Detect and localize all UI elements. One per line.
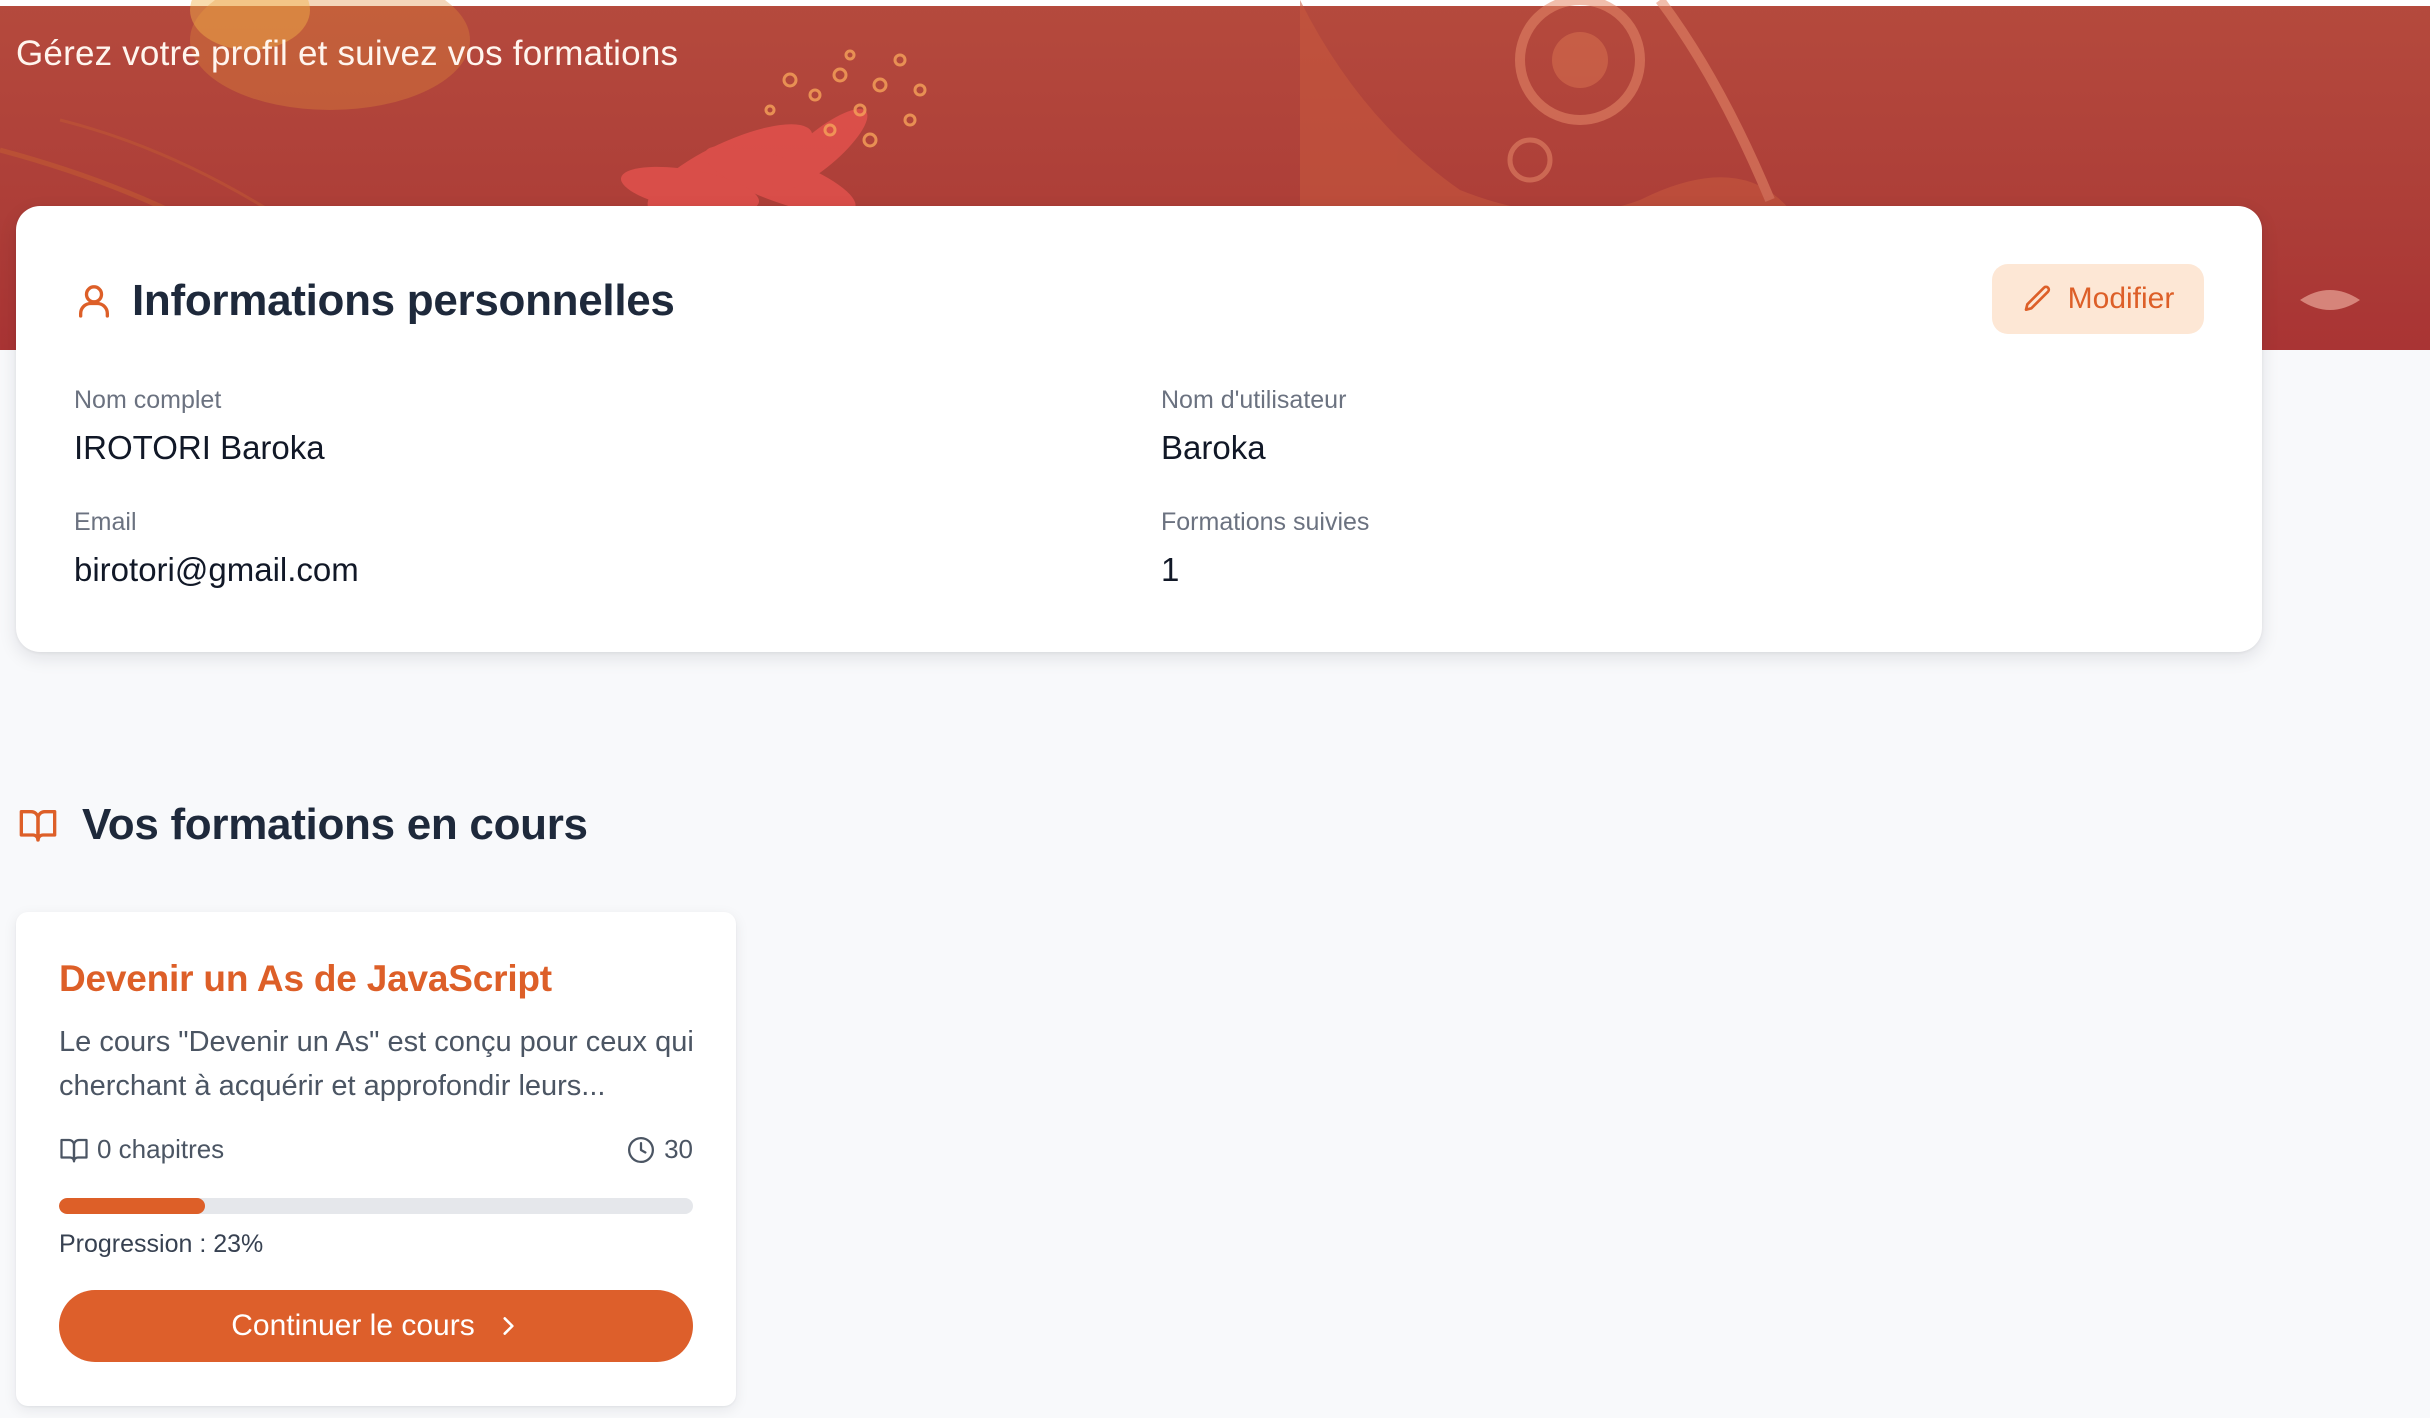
edit-profile-label: Modifier [2067,282,2175,315]
profile-subtitle: Gérez votre profil et suivez vos formati… [16,34,679,73]
personal-info-card: Informations personnelles Modifier Nom c… [16,206,2262,652]
username-label: Nom d'utilisateur [1161,386,1347,414]
username-value: Baroka [1161,429,1266,466]
username-field: Nom d'utilisateur Baroka [1161,386,1346,467]
user-icon [74,279,114,323]
chevron-right-icon [495,1313,521,1339]
continue-course-label: Continuer le cours [231,1309,475,1342]
email-label: Email [74,508,137,536]
course-chapters-text: 0 chapitres [97,1134,225,1164]
course-duration: 30 [626,1134,693,1165]
personal-info-header: Informations personnelles [74,276,675,326]
pencil-icon [2022,283,2054,315]
courses-followed-value: 1 [1161,551,1180,588]
book-open-icon [59,1135,89,1165]
full-name-field: Nom complet IROTORI Baroka [74,386,325,467]
courses-section-title: Vos formations en cours [82,800,588,849]
email-field: Email birotori@gmail.com [74,508,359,589]
course-progress-bar [59,1198,693,1214]
course-progress-fill [59,1198,205,1214]
courses-followed-label: Formations suivies [1161,508,1370,536]
course-chapters: 0 chapitres [59,1134,224,1165]
course-duration-text: 30 [664,1134,693,1164]
edit-profile-button[interactable]: Modifier [1992,264,2204,334]
email-value: birotori@gmail.com [74,551,359,588]
course-card: Devenir un As de JavaScript Le cours "De… [16,912,736,1406]
personal-info-title: Informations personnelles [132,276,675,325]
courses-section-header: Vos formations en cours [16,800,588,850]
clock-icon [626,1135,656,1165]
full-name-value: IROTORI Baroka [74,429,325,466]
course-meta-row: 0 chapitres 30 [59,1134,693,1165]
full-name-label: Nom complet [74,386,222,414]
course-progress-text: Progression : 23% [59,1230,264,1258]
continue-course-button[interactable]: Continuer le cours [59,1290,693,1362]
courses-followed-field: Formations suivies 1 [1161,508,1369,589]
course-title[interactable]: Devenir un As de JavaScript [59,958,552,1000]
book-open-icon [16,805,60,845]
course-description: Le cours "Devenir un As" est conçu pour … [59,1026,694,1102]
